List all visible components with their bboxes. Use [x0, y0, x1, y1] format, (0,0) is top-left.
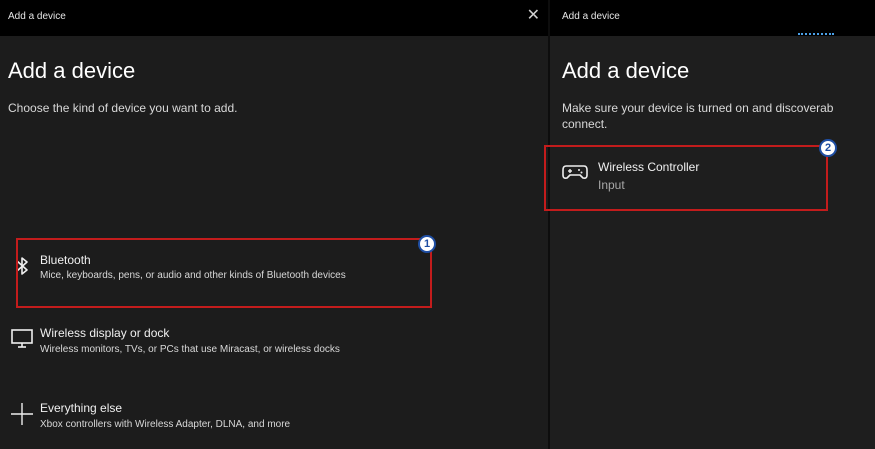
step-number: 2 [824, 142, 832, 154]
progress-dots [798, 33, 834, 38]
annotation-highlight-box [16, 238, 432, 308]
page-subtitle: Choose the kind of device you want to ad… [8, 101, 238, 115]
wireless-display-option[interactable]: Wireless display or dock Wireless monito… [0, 318, 440, 368]
step-number: 1 [423, 238, 431, 250]
left-dialog: Add a device ✕ Add a device Choose the k… [0, 0, 548, 449]
option-title: Everything else [40, 401, 123, 415]
page-title: Add a device [8, 58, 136, 83]
window-title: Add a device [8, 11, 66, 22]
title-bar: Add a device [550, 0, 875, 36]
page-subtitle: Make sure your device is turned on and d… [562, 101, 834, 131]
step-badge: 1 [418, 235, 436, 253]
everything-else-option[interactable]: Everything else Xbox controllers with Wi… [0, 392, 440, 442]
annotation-highlight-box [544, 145, 828, 211]
option-description: Xbox controllers with Wireless Adapter, … [40, 419, 291, 430]
page-title: Add a device [562, 58, 690, 83]
close-icon[interactable]: ✕ [527, 7, 540, 25]
title-bar: Add a device ✕ [0, 0, 548, 36]
right-dialog: Add a device Add a device Make sure your… [550, 0, 875, 449]
option-description: Wireless monitors, TVs, or PCs that use … [40, 344, 340, 355]
option-title: Wireless display or dock [40, 326, 170, 340]
step-badge: 2 [819, 139, 837, 157]
plus-icon [11, 403, 33, 425]
window-title: Add a device [562, 11, 620, 22]
monitor-icon [11, 329, 33, 348]
